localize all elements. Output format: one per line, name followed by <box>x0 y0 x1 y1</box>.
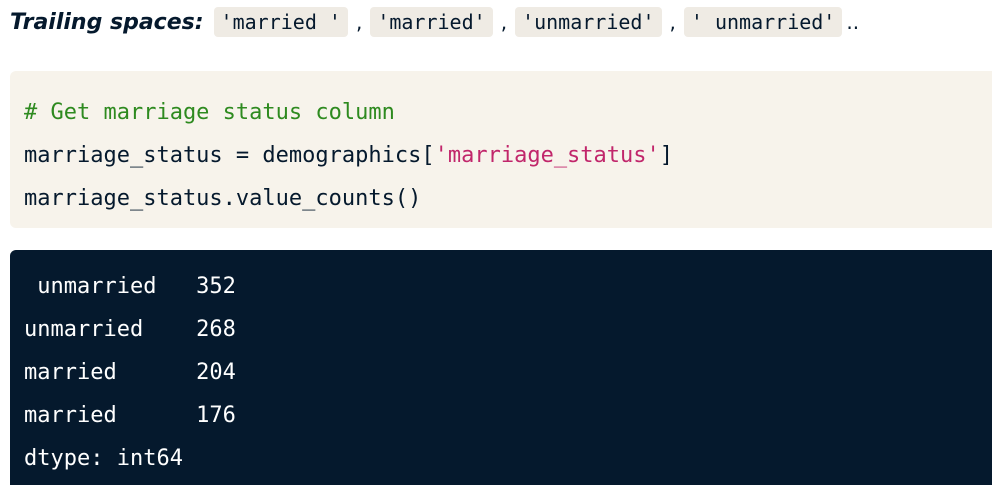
code-assignment-prefix: marriage_status = demographics[ <box>24 143 435 168</box>
value-chip-unmarried: 'unmarried' <box>515 7 662 37</box>
output-row: married 204 <box>24 360 236 385</box>
value-chip-unmarried-leading: ' unmarried' <box>683 7 843 37</box>
code-line-value-counts: marriage_status.value_counts() <box>24 186 422 211</box>
code-block: # Get marriage status column marriage_st… <box>10 71 992 228</box>
output-row: married 176 <box>24 403 236 428</box>
output-block: unmarried 352 unmarried 268 married 204 … <box>10 250 992 485</box>
code-line-assignment: marriage_status = demographics['marriage… <box>24 134 992 177</box>
code-string-literal: 'marriage_status' <box>434 143 660 168</box>
code-line-comment: # Get marriage status column <box>24 91 992 134</box>
output-row: unmarried 352 <box>24 274 236 299</box>
code-assignment-suffix: ] <box>659 143 674 168</box>
output-dtype: dtype: int64 <box>24 446 183 471</box>
value-chip-married-trailing: 'married ' <box>213 7 348 37</box>
separator: , <box>500 10 508 34</box>
value-chip-married: 'married' <box>370 7 493 37</box>
separator: , <box>355 10 363 34</box>
ellipsis: .. <box>846 10 860 34</box>
output-row: unmarried 268 <box>24 317 236 342</box>
trailing-spaces-line: Trailing spaces: 'married ' , 'married' … <box>10 4 859 40</box>
separator: , <box>669 10 676 34</box>
code-comment: # Get marriage status column <box>24 100 395 125</box>
trailing-spaces-label: Trailing spaces: <box>10 9 204 35</box>
